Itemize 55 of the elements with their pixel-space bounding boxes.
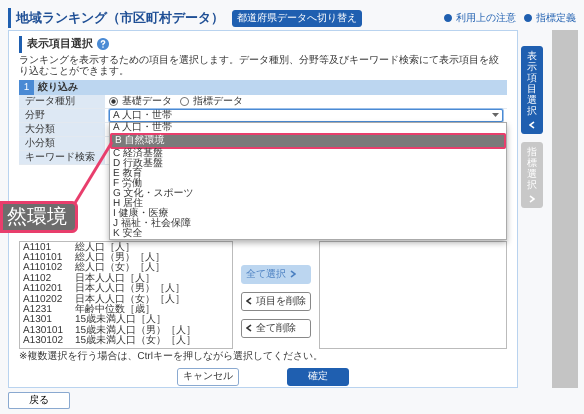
switch-badge[interactable]: 都道府県データへ切り替え	[232, 10, 362, 26]
list-item[interactable]: A1301 15歳未満人口［人］	[23, 315, 229, 326]
chevron-left-icon	[246, 324, 252, 332]
caret-icon	[492, 113, 499, 117]
chevron-left-icon	[246, 297, 252, 305]
list-item[interactable]: A110201 日本人人口（男）［人］	[23, 284, 229, 295]
cancel-button[interactable]: キャンセル	[177, 368, 239, 386]
description-text: ランキングを表示するための項目を選択します。データ種別、分野等及びキーワード検索にて表示項目を絞り込むことができます。	[19, 54, 500, 78]
dropdown-option[interactable]: A 人口・世帯	[110, 122, 506, 132]
section-title: 表示項目選択	[19, 36, 93, 52]
radio-label: 指標データ	[193, 94, 243, 108]
radio-label: 基礎データ	[122, 94, 172, 108]
dropdown-option[interactable]: H 居住	[110, 198, 506, 208]
confirm-button[interactable]: 確定	[287, 368, 349, 386]
field-label: 小分類	[19, 136, 105, 150]
dropdown-option[interactable]: D 行政基盤	[110, 158, 506, 168]
circle-icon	[444, 14, 452, 22]
list-item[interactable]: A110101 総人口（男）［人］	[23, 252, 229, 264]
field-label: 分野	[19, 108, 105, 122]
circle-icon	[524, 14, 532, 22]
chevron-right-icon	[529, 195, 535, 203]
list-item[interactable]: A1101 総人口［人］	[23, 242, 229, 253]
header-link[interactable]: 指標定義	[536, 10, 576, 26]
scrollbar[interactable]	[552, 30, 578, 388]
move-button[interactable]: 全て削除	[241, 318, 311, 338]
dropdown-option[interactable]: J 福祉・社会保障	[110, 218, 506, 228]
dropdown-option[interactable]: K 安全	[110, 228, 506, 238]
step-number: 1	[19, 80, 34, 94]
select-field[interactable]: A 人口・世帯	[109, 108, 503, 122]
list-item[interactable]: A110202 日本人人口（女）［人］	[23, 294, 229, 305]
chevron-left-icon	[529, 121, 535, 129]
dropdown-option[interactable]: E 教育	[110, 168, 506, 178]
step-label: 絞り込み	[38, 80, 78, 94]
zoom-callout: 然環境	[0, 200, 78, 232]
dropdown-option[interactable]: G 文化・スポーツ	[110, 188, 506, 198]
field-label: キーワード検索	[19, 150, 105, 164]
back-button[interactable]: 戻る	[8, 392, 70, 409]
radio-button[interactable]	[180, 96, 189, 106]
header-link[interactable]: 利用上の注意	[456, 10, 516, 26]
field-label: 大分類	[19, 122, 105, 136]
item-list[interactable]: A1101 総人口［人］ A110101 総人口（男）［人］ A110102 総人口（女）［人］ A1102 日本人人口［人］ A110201 日本人人口（男）［人］ A110202 日本人人口（女）［人］ A1231 年齢中位数［歳］ A1301 15歳未満人口［人］ A130101 15歳未満人口（男）［人］ A130102 15歳未満人口（女）［人］	[19, 240, 233, 348]
move-button[interactable]: 項目を削除	[241, 292, 311, 310]
note-text: ※複数選択を行う場合は、Ctrlキーを押しながら選択してください。	[19, 350, 324, 364]
dropdown-option[interactable]: I 健康・医療	[110, 208, 506, 218]
dropdown-option[interactable]: B 自然環境	[110, 132, 506, 148]
dropdown-option[interactable]: F 労働	[110, 178, 506, 188]
radio-button[interactable]	[109, 96, 118, 106]
list-item[interactable]: A110102 総人口（女）［人］	[23, 263, 229, 274]
list-item[interactable]: A1102 日本人人口［人］	[23, 274, 229, 284]
side-tab[interactable]: 表示項目選択	[521, 46, 543, 134]
chevron-right-icon	[290, 270, 296, 278]
help-icon	[97, 38, 109, 50]
list-item[interactable]: A130102 15歳未満人口（女）［人］	[23, 336, 229, 347]
field-label: データ種別	[19, 94, 105, 108]
dropdown-option[interactable]: C 経済基盤	[110, 148, 506, 158]
